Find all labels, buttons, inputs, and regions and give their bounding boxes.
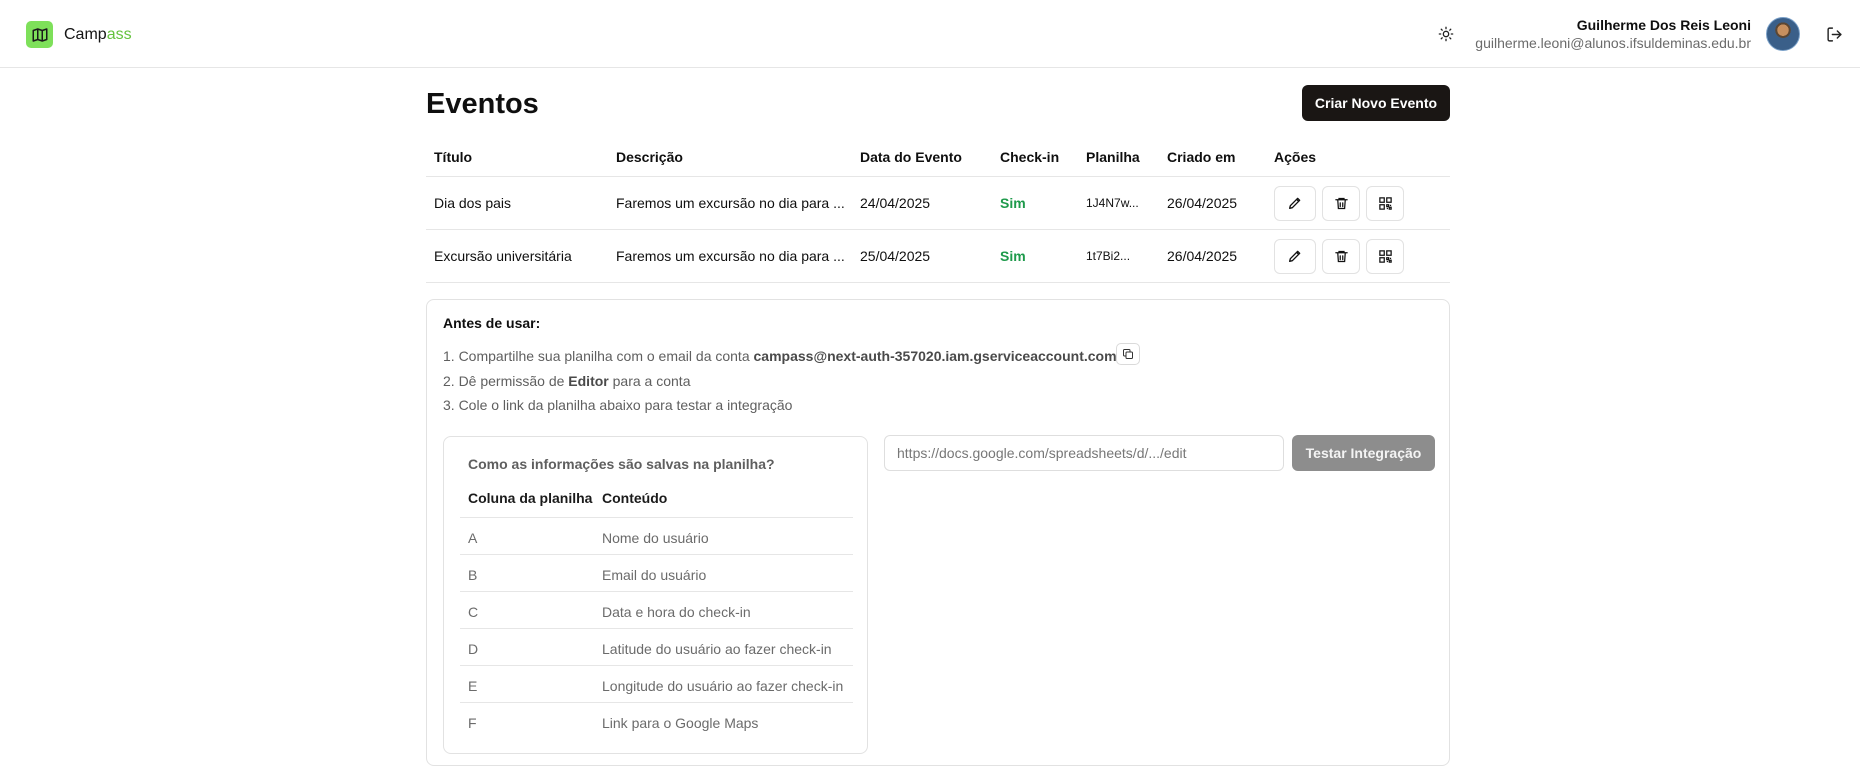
step2-prefix: 2. Dê permissão de xyxy=(443,373,569,389)
row-actions xyxy=(1274,177,1410,229)
event-title: Excursão universitária xyxy=(434,248,572,264)
page-title: Eventos xyxy=(426,88,539,120)
mapping-content: Data e hora do check-in xyxy=(602,604,751,620)
event-date: 24/04/2025 xyxy=(860,195,931,211)
delete-button[interactable] xyxy=(1322,185,1360,221)
mapping-header-row: Coluna da planilha Conteúdo xyxy=(460,481,853,518)
qr-code-icon xyxy=(1378,196,1392,210)
qr-code-icon xyxy=(1378,249,1392,263)
spreadsheet-id: 1t7Bi2... xyxy=(1086,249,1131,263)
table-header-row: Título Descrição Data do Evento Check-in… xyxy=(426,140,1450,177)
mapping-row: C Data e hora do check-in xyxy=(460,592,853,629)
event-date: 25/04/2025 xyxy=(860,248,931,264)
instruction-step-3: 3. Cole o link da planilha abaixo para t… xyxy=(443,397,793,413)
mapping-column: D xyxy=(468,641,479,657)
qr-code-button[interactable] xyxy=(1366,185,1404,221)
header-spreadsheet[interactable]: Planilha xyxy=(1086,140,1140,176)
avatar[interactable] xyxy=(1766,17,1800,51)
logout-icon[interactable] xyxy=(1822,22,1846,46)
table-row: Dia dos pais Faremos um excursão no dia … xyxy=(426,177,1450,230)
mapping-row: B Email do usuário xyxy=(460,555,853,592)
step2-suffix: para a conta xyxy=(608,373,691,389)
step2-role: Editor xyxy=(568,373,609,389)
checkin-status: Sim xyxy=(1000,195,1026,211)
integration-card: Antes de usar: 1. Compartilhe sua planil… xyxy=(426,299,1450,766)
mapping-title: Como as informações são salvas na planil… xyxy=(468,456,775,472)
spreadsheet-url-input[interactable] xyxy=(884,435,1284,471)
mapping-table: Coluna da planilha Conteúdo A Nome do us… xyxy=(460,481,853,740)
mapping-row: D Latitude do usuário ao fazer check-in xyxy=(460,629,853,666)
copy-icon xyxy=(1123,349,1133,359)
mapping-content: Link para o Google Maps xyxy=(602,715,759,731)
header-description[interactable]: Descrição xyxy=(616,140,846,176)
qr-code-button[interactable] xyxy=(1366,238,1404,274)
mapping-column: A xyxy=(468,530,478,546)
test-integration-button[interactable]: Testar Integração xyxy=(1292,435,1435,471)
table-row: Excursão universitária Faremos um excurs… xyxy=(426,230,1450,283)
service-account-email: campass@next-auth-357020.iam.gserviceacc… xyxy=(753,348,1117,364)
delete-button[interactable] xyxy=(1322,238,1360,274)
pencil-icon xyxy=(1289,250,1301,262)
pencil-icon xyxy=(1289,197,1301,209)
event-description: Faremos um excursão no dia para ... xyxy=(616,248,845,264)
mapping-row: E Longitude do usuário ao fazer check-in xyxy=(460,666,853,703)
header-checkin[interactable]: Check-in xyxy=(1000,140,1059,176)
checkin-status: Sim xyxy=(1000,248,1026,264)
mapping-column: C xyxy=(468,604,479,620)
edit-button[interactable] xyxy=(1274,185,1316,221)
column-mapping-card: Como as informações são salvas na planil… xyxy=(443,436,868,754)
mapping-content: Longitude do usuário ao fazer check-in xyxy=(602,678,844,694)
map-icon[interactable] xyxy=(26,21,53,48)
mapping-column: F xyxy=(468,715,477,731)
header-actions: Ações xyxy=(1274,149,1317,165)
events-table: Título Descrição Data do Evento Check-in… xyxy=(426,140,1450,283)
brand-name-part2: ass xyxy=(106,26,132,43)
instruction-step-1: 1. Compartilhe sua planilha com o email … xyxy=(443,348,1117,364)
copy-email-button[interactable] xyxy=(1116,343,1140,365)
mapping-column: B xyxy=(468,567,478,583)
user-email: guilherme.leoni@alunos.ifsuldeminas.edu.… xyxy=(1475,35,1751,51)
mapping-row: A Nome do usuário xyxy=(460,518,853,555)
event-title: Dia dos pais xyxy=(434,195,512,211)
header-event-date[interactable]: Data do Evento xyxy=(860,140,962,176)
top-bar: Campass Guilherme Dos Reis Leoni guilher… xyxy=(0,0,1860,68)
header-created-at[interactable]: Criado em xyxy=(1167,140,1235,176)
spreadsheet-id: 1J4N7w... xyxy=(1086,196,1139,210)
step1-text: 1. Compartilhe sua planilha com o email … xyxy=(443,348,754,364)
sun-icon[interactable] xyxy=(1434,22,1458,46)
mapping-content: Nome do usuário xyxy=(602,530,709,546)
mapping-column: E xyxy=(468,678,478,694)
brand-name-part1: Camp xyxy=(64,26,107,43)
edit-button[interactable] xyxy=(1274,238,1316,274)
event-description: Faremos um excursão no dia para ... xyxy=(616,195,845,211)
mapping-content: Email do usuário xyxy=(602,567,707,583)
mapping-row: F Link para o Google Maps xyxy=(460,703,853,740)
instructions-title: Antes de usar: xyxy=(443,315,541,331)
mapping-header-column: Coluna da planilha xyxy=(468,490,593,506)
trash-icon xyxy=(1334,197,1348,209)
trash-icon xyxy=(1334,250,1348,262)
create-event-button[interactable]: Criar Novo Evento xyxy=(1302,85,1450,121)
instruction-step-2: 2. Dê permissão de Editor para a conta xyxy=(443,373,690,389)
created-date: 26/04/2025 xyxy=(1167,195,1238,211)
user-name: Guilherme Dos Reis Leoni xyxy=(1576,17,1751,33)
row-actions xyxy=(1274,230,1410,282)
header-title[interactable]: Título xyxy=(434,140,472,176)
mapping-content: Latitude do usuário ao fazer check-in xyxy=(602,641,832,657)
brand-name[interactable]: Campass xyxy=(64,25,132,45)
created-date: 26/04/2025 xyxy=(1167,248,1238,264)
mapping-header-content: Conteúdo xyxy=(602,490,668,506)
